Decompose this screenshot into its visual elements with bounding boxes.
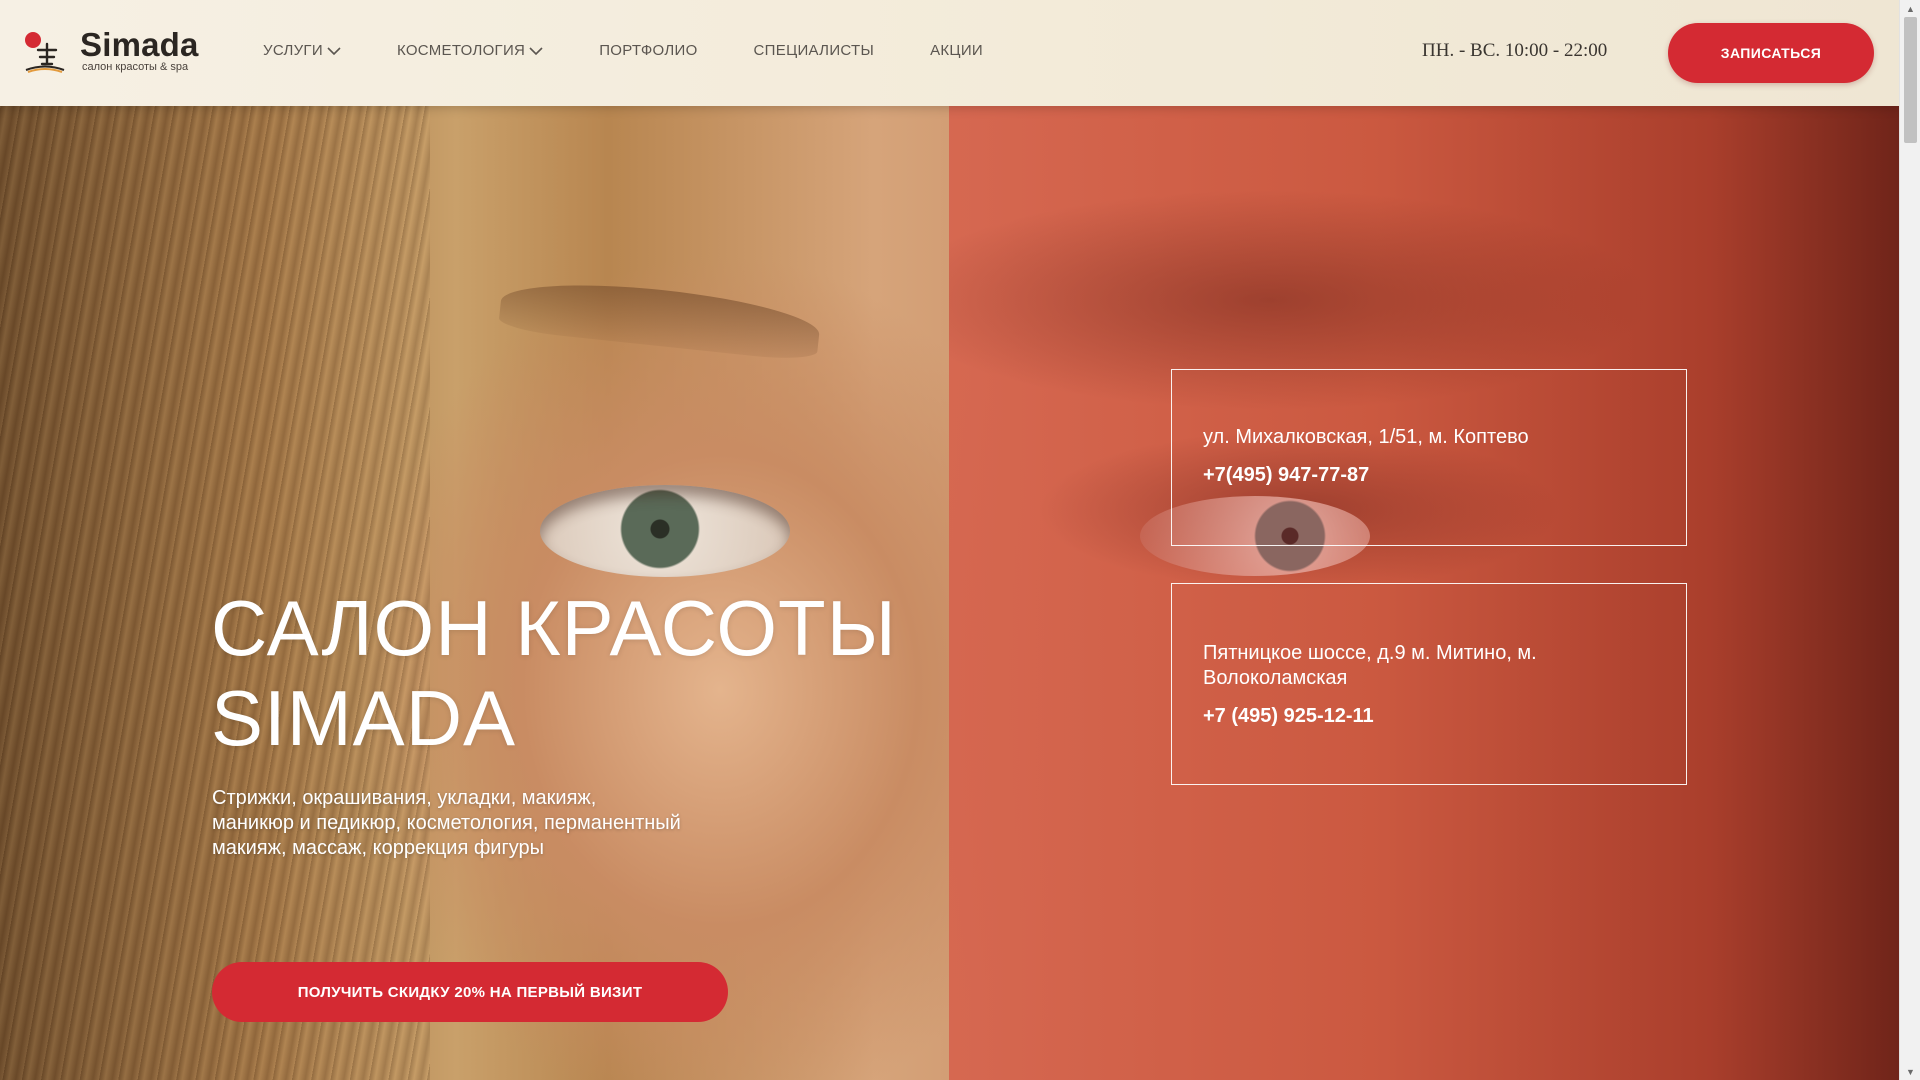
nav-item-cosmetology[interactable]: КОСМЕТОЛОГИЯ <box>397 42 543 59</box>
location-address: ул. Михалковская, 1/51, м. Коптево <box>1203 426 1529 448</box>
location-phone-link[interactable]: +7(495) 947-77-87 <box>1203 463 1686 488</box>
hero-title: САЛОН КРАСОТЫ SIMADA <box>211 583 971 763</box>
main-nav: УСЛУГИ КОСМЕТОЛОГИЯ ПОРТФОЛИО СПЕЦИАЛИСТ… <box>263 42 1039 59</box>
scroll-down-arrow-icon[interactable]: ▼ <box>1900 1063 1920 1080</box>
nav-item-portfolio[interactable]: ПОРТФОЛИО <box>599 42 697 59</box>
site-header: Simada салон красоты & spa УСЛУГИ КОСМЕТ… <box>0 0 1899 106</box>
logo-name: Simada <box>80 26 199 63</box>
logo-subtitle: салон красоты & spa <box>82 61 189 73</box>
nav-item-label: КОСМЕТОЛОГИЯ <box>396 42 526 59</box>
location-card: ул. Михалковская, 1/51, м. Коптево +7(49… <box>1171 369 1687 546</box>
location-address: Пятницкое шоссе, д.9 м. Митино, м. Волок… <box>1203 642 1537 689</box>
nav-item-promotions[interactable]: АКЦИИ <box>930 42 983 59</box>
nav-item-specialists[interactable]: СПЕЦИАЛИСТЫ <box>754 42 875 59</box>
working-hours: ПН. - ВС. 10:00 - 22:00 <box>1422 40 1608 61</box>
chevron-down-icon <box>529 46 543 55</box>
vertical-scrollbar[interactable]: ▲ ▼ <box>1899 0 1920 1080</box>
nav-item-services[interactable]: УСЛУГИ <box>263 42 341 59</box>
book-appointment-button[interactable]: ЗАПИСАТЬСЯ <box>1668 23 1874 83</box>
scroll-up-arrow-icon[interactable]: ▲ <box>1900 0 1920 17</box>
hero-title-line1: САЛОН КРАСОТЫ <box>211 584 897 672</box>
nav-item-label: СПЕЦИАЛИСТЫ <box>753 42 875 59</box>
location-card: Пятницкое шоссе, д.9 м. Митино, м. Волок… <box>1171 583 1687 785</box>
hero-hair-texture <box>0 0 430 1080</box>
location-phone-link[interactable]: +7 (495) 925-12-11 <box>1203 704 1686 729</box>
scrollbar-thumb[interactable] <box>1904 17 1917 143</box>
hero-title-line2: SIMADA <box>211 674 517 762</box>
chevron-down-icon <box>327 46 341 55</box>
hero-eye-left <box>540 485 790 577</box>
hero-eyebrow-left <box>497 273 823 363</box>
nav-item-label: АКЦИИ <box>930 42 983 59</box>
simada-logo-icon <box>25 32 65 73</box>
logo-link[interactable]: Simada салон красоты & spa <box>22 26 202 76</box>
hero-description: Стрижки, окрашивания, укладки, макияж, м… <box>212 787 681 859</box>
get-discount-button[interactable]: ПОЛУЧИТЬ СКИДКУ 20% НА ПЕРВЫЙ ВИЗИТ <box>212 962 728 1022</box>
page-viewport: Simada салон красоты & spa УСЛУГИ КОСМЕТ… <box>0 0 1899 1080</box>
nav-item-label: ПОРТФОЛИО <box>599 42 698 59</box>
nav-item-label: УСЛУГИ <box>263 42 323 59</box>
